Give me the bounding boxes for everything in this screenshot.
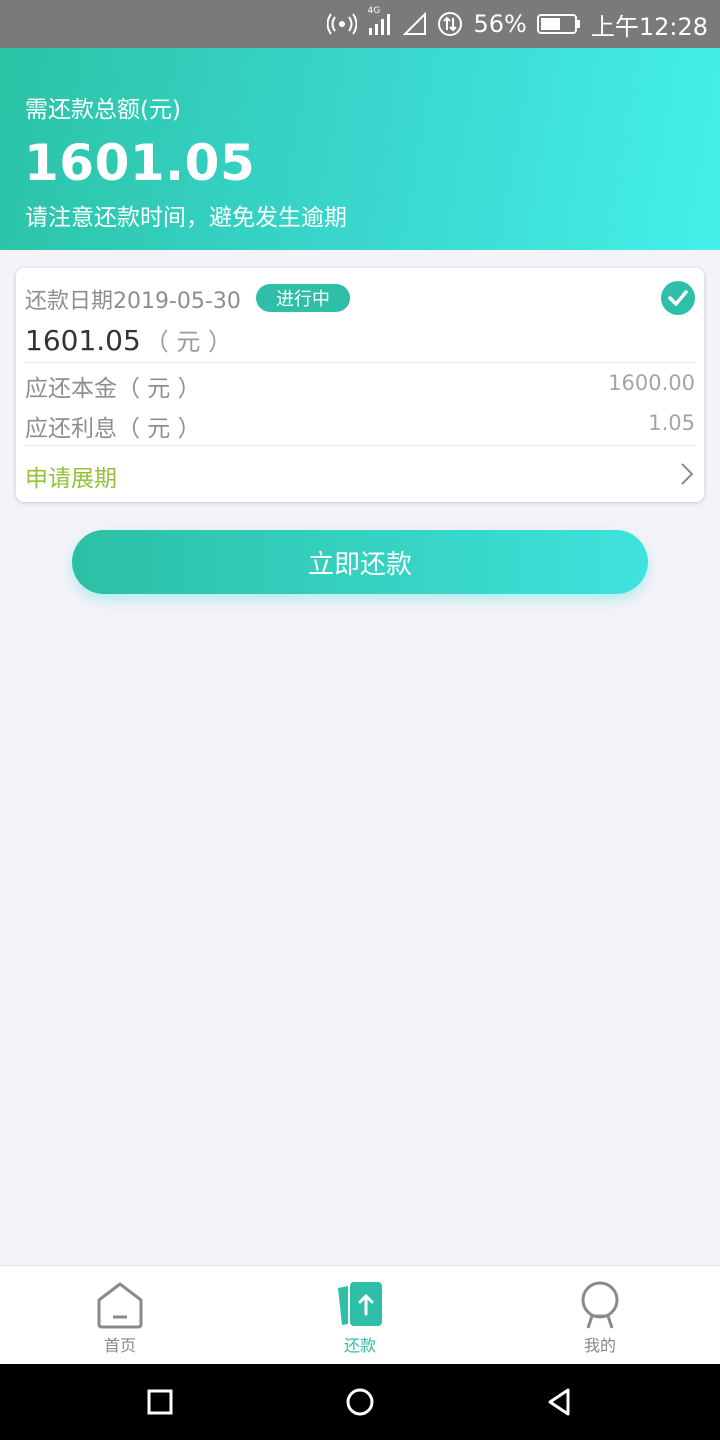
tab-profile-label: 我的 (583, 1336, 616, 1355)
battery-icon (536, 13, 581, 35)
tab-home[interactable]: 首页 (60, 1266, 180, 1365)
hotspot-icon (327, 12, 358, 36)
total-due-amount: 1601.05 (24, 134, 256, 192)
repay-icon (338, 1282, 382, 1326)
home-icon (97, 1282, 143, 1329)
battery-percent: 56% (473, 10, 527, 38)
network-type-label: 4G (367, 6, 381, 16)
total-due-label: 需还款总额(元) (25, 97, 181, 123)
tab-repay[interactable]: 还款 (300, 1266, 420, 1365)
principal-value: 1600.00 (608, 371, 695, 395)
installment-amount-unit: （ 元 ） (144, 328, 233, 356)
signal-empty-icon (403, 12, 427, 36)
clock: 上午12:28 (590, 12, 708, 41)
back-icon[interactable] (544, 1386, 576, 1418)
recent-apps-icon[interactable] (144, 1386, 176, 1418)
tab-profile[interactable]: 我的 (540, 1266, 660, 1365)
principal-label: 应还本金（ 元 ） (25, 376, 201, 402)
home-nav-icon[interactable] (344, 1386, 376, 1418)
installment-amount-value: 1601.05 (25, 324, 141, 357)
signal-icon: 4G (367, 6, 393, 36)
repayment-card[interactable]: 还款日期2019-05-30 进行中 1601.05 （ 元 ） 应还本金（ 元 … (16, 268, 704, 502)
repayment-summary-header: 需还款总额(元) 1601.05 请注意还款时间，避免发生逾期 (0, 48, 720, 250)
status-bar: 4G 56% 上午12:28 (0, 0, 720, 48)
check-circle-icon[interactable] (661, 281, 695, 315)
profile-icon (581, 1281, 619, 1329)
status-badge: 进行中 (256, 284, 350, 312)
tab-home-label: 首页 (103, 1336, 136, 1355)
overdue-tip: 请注意还款时间，避免发生逾期 (25, 205, 347, 231)
interest-label: 应还利息（ 元 ） (25, 416, 201, 442)
chevron-right-icon[interactable] (680, 462, 694, 486)
system-navigation-bar (0, 1364, 720, 1440)
tab-repay-label: 还款 (343, 1336, 376, 1355)
bottom-tab-bar: 首页 还款 我的 (0, 1265, 720, 1365)
interest-value: 1.05 (648, 411, 695, 435)
data-transfer-icon (437, 11, 463, 37)
apply-extension-link[interactable]: 申请展期 (25, 459, 117, 493)
repay-now-button[interactable]: 立即还款 (72, 530, 648, 594)
divider (25, 445, 695, 446)
installment-amount: 1601.05 （ 元 ） (25, 322, 232, 357)
due-date: 还款日期2019-05-30 (25, 289, 241, 314)
divider (25, 362, 695, 363)
